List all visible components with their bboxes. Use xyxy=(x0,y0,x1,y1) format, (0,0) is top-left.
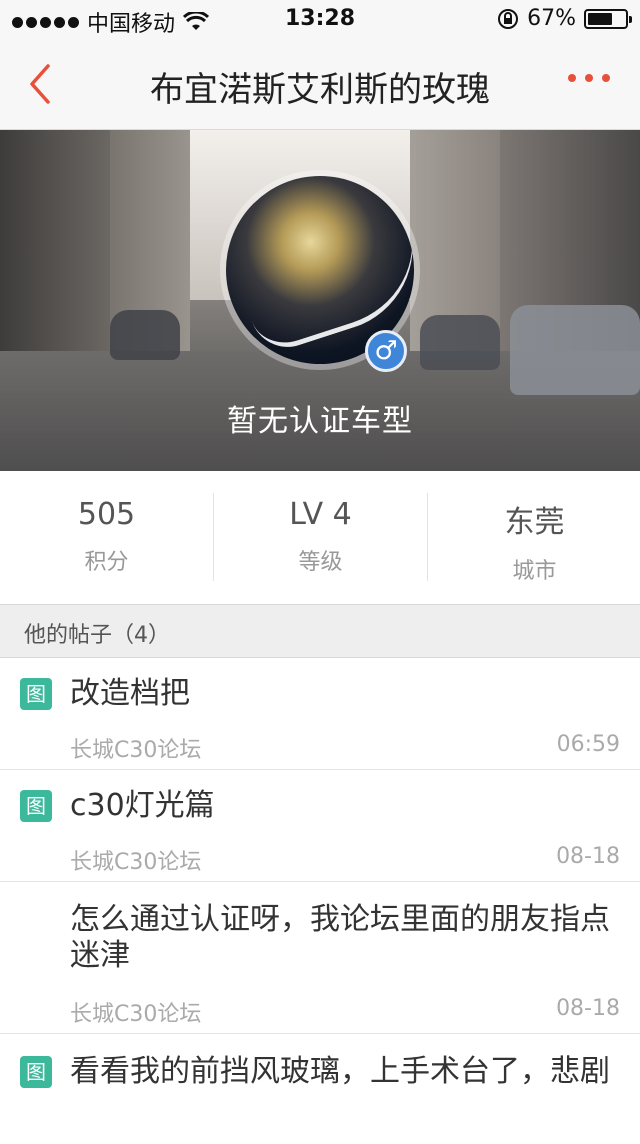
male-icon: ♂ xyxy=(365,330,407,372)
more-button[interactable] xyxy=(568,74,610,82)
rotation-lock-icon xyxy=(498,8,519,29)
post-title: c30灯光篇 xyxy=(70,788,215,823)
page-title: 布宜渃斯艾利斯的玫瑰 xyxy=(150,70,490,110)
back-button[interactable] xyxy=(26,62,66,106)
post-title: 怎么通过认证呀，我论坛里面的朋友指点迷津 xyxy=(70,902,610,973)
stat-city: 东莞 城市 xyxy=(427,493,640,584)
post-title: 改造档把 xyxy=(70,676,190,711)
image-tag-icon: 图 xyxy=(20,678,52,710)
post-time: 08-18 xyxy=(556,844,620,869)
stats-row: 505 积分 LV 4 等级 东莞 城市 xyxy=(0,471,640,605)
stat-label: 积分 xyxy=(84,550,129,575)
status-right: 67% xyxy=(497,6,632,31)
post-forum: 长城C30论坛 xyxy=(70,1002,202,1027)
image-tag-icon: 图 xyxy=(20,790,52,822)
more-dots-icon xyxy=(568,74,576,82)
list-item[interactable]: 图 c30灯光篇 长城C30论坛 08-18 xyxy=(0,770,640,882)
list-item[interactable]: 怎么通过认证呀，我论坛里面的朋友指点迷津 长城C30论坛 08-18 xyxy=(0,882,640,1034)
nav-bar: 布宜渃斯艾利斯的玫瑰 xyxy=(0,40,640,130)
car-model-label: 暂无认证车型 xyxy=(227,404,413,439)
post-title: 看看我的前挡风玻璃，上手术台了，悲剧 xyxy=(70,1054,610,1089)
stat-label: 城市 xyxy=(512,559,557,584)
post-list: 图 改造档把 长城C30论坛 06:59 图 c30灯光篇 长城C30论坛 08… xyxy=(0,658,640,1144)
stat-value: 东莞 xyxy=(504,505,565,540)
battery-percent: 67% xyxy=(527,6,576,31)
chevron-left-icon xyxy=(30,64,50,104)
status-bar: 中国移动 13:28 67% xyxy=(0,0,640,40)
list-item[interactable]: 图 看看我的前挡风玻璃，上手术台了，悲剧 xyxy=(0,1034,640,1144)
stat-level: LV 4 等级 xyxy=(213,493,427,581)
stat-value: LV 4 xyxy=(289,497,352,532)
stat-value: 505 xyxy=(77,497,136,532)
post-time: 06:59 xyxy=(556,732,620,757)
battery-icon xyxy=(584,8,632,29)
stat-points: 505 积分 xyxy=(0,493,213,581)
posts-section-header: 他的帖子（4） xyxy=(0,605,640,658)
section-title: 他的帖子（4） xyxy=(24,623,170,648)
post-time: 08-18 xyxy=(556,996,620,1021)
post-forum: 长城C30论坛 xyxy=(70,738,202,763)
list-item[interactable]: 图 改造档把 长城C30论坛 06:59 xyxy=(0,658,640,770)
profile-banner: ♂ 暂无认证车型 xyxy=(0,130,640,471)
image-tag-icon: 图 xyxy=(20,1056,52,1088)
battery-fill xyxy=(588,12,613,25)
post-forum: 长城C30论坛 xyxy=(70,850,202,875)
stat-label: 等级 xyxy=(298,550,343,575)
